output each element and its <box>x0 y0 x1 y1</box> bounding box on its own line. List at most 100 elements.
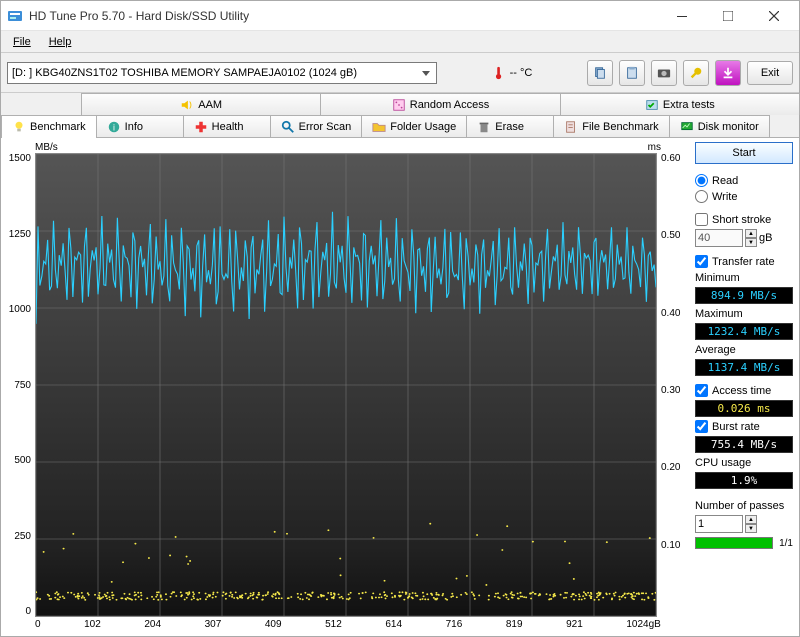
thermometer-icon <box>492 66 506 80</box>
short-stroke-value: ▲▼ gB <box>695 229 793 247</box>
burst-rate-check[interactable]: Burst rate <box>695 420 793 433</box>
average-label: Average <box>695 344 793 356</box>
x-tick: 819 <box>506 619 523 630</box>
trash-icon <box>477 120 491 134</box>
short-stroke-checkbox[interactable] <box>695 213 708 226</box>
transfer-rate-check[interactable]: Transfer rate <box>695 255 793 268</box>
tab-extra-label: Extra tests <box>663 99 715 111</box>
tab-benchmark-label: Benchmark <box>30 121 86 133</box>
y-left-tick: 1250 <box>7 229 31 240</box>
y-axis-left: 1500125010007505002500 <box>7 153 35 617</box>
screenshot-button[interactable] <box>651 60 677 86</box>
y-right-tick: 0.10 <box>661 540 689 551</box>
drive-select[interactable]: [D: ] KBG40ZNS1T02 TOSHIBA MEMORY SAMPAE… <box>7 62 437 84</box>
menubar: File Help <box>1 31 799 53</box>
short-stroke-check[interactable]: Short stroke <box>695 213 793 226</box>
chart-pane: MB/s ms 1500125010007505002500 0.600.500… <box>7 142 689 630</box>
monitor-icon <box>680 120 694 134</box>
x-tick: 921 <box>566 619 583 630</box>
x-tick: 409 <box>265 619 282 630</box>
tab-random-label: Random Access <box>410 99 489 111</box>
progress-text: 1/1 <box>773 538 793 549</box>
cpu-usage-label: CPU usage <box>695 457 793 469</box>
tab-erase[interactable]: Erase <box>466 115 554 137</box>
x-tick: 102 <box>84 619 101 630</box>
menu-file[interactable]: File <box>5 34 39 50</box>
menu-help[interactable]: Help <box>41 34 80 50</box>
tab-error-scan[interactable]: Error Scan <box>270 115 363 137</box>
tab-random-access[interactable]: Random Access <box>320 93 560 115</box>
tab-benchmark[interactable]: Benchmark <box>1 115 97 137</box>
temperature-value: -- °C <box>510 67 533 79</box>
y-left-tick: 750 <box>7 380 31 391</box>
start-button[interactable]: Start <box>695 142 793 164</box>
tab-erase-label: Erase <box>495 121 524 133</box>
maximum-label: Maximum <box>695 308 793 320</box>
tab-health-label: Health <box>212 121 244 133</box>
file-icon <box>564 120 578 134</box>
exit-button[interactable]: Exit <box>747 61 793 85</box>
tabs-row-bottom: Benchmark i Info Health Error Scan Folde… <box>1 115 799 138</box>
y-right-tick: 0.60 <box>661 153 689 164</box>
copy-icon <box>593 66 607 80</box>
y-left-tick: 1500 <box>7 153 31 164</box>
minimize-button[interactable] <box>659 1 705 31</box>
chart-unit-labels: MB/s ms <box>7 142 689 153</box>
minimum-value: 894.9 MB/s <box>695 287 793 304</box>
short-stroke-input[interactable] <box>695 229 743 247</box>
tab-aam-label: AAM <box>198 99 222 111</box>
window-title: HD Tune Pro 5.70 - Hard Disk/SSD Utility <box>29 9 659 23</box>
options-button[interactable] <box>683 60 709 86</box>
access-time-check[interactable]: Access time <box>695 384 793 397</box>
drive-select-text: [D: ] KBG40ZNS1T02 TOSHIBA MEMORY SAMPAE… <box>12 67 357 79</box>
wrench-icon <box>689 66 703 80</box>
y-right-tick: 0.40 <box>661 308 689 319</box>
y-left-tick: 1000 <box>7 304 31 315</box>
info-icon: i <box>107 120 121 134</box>
burst-rate-value: 755.4 MB/s <box>695 436 793 453</box>
transfer-rate-checkbox[interactable] <box>695 255 708 268</box>
copy-info-button[interactable] <box>587 60 613 86</box>
short-stroke-up[interactable]: ▲ <box>745 229 757 238</box>
maximize-icon <box>723 11 733 21</box>
short-stroke-down[interactable]: ▼ <box>745 238 757 247</box>
passes-input[interactable] <box>695 515 743 533</box>
maximize-button[interactable] <box>705 1 751 31</box>
y-left-unit: MB/s <box>35 142 58 153</box>
y-right-tick: 0.50 <box>661 230 689 241</box>
access-time-label: Access time <box>712 385 771 397</box>
tab-extra-tests[interactable]: Extra tests <box>560 93 800 115</box>
tab-health[interactable]: Health <box>183 115 271 137</box>
side-panel: Start Read Write Short stroke ▲▼ gB Tran… <box>695 142 793 630</box>
x-axis: 01022043074095126147168199211024gB <box>7 617 689 630</box>
access-time-checkbox[interactable] <box>695 384 708 397</box>
progress-fill <box>695 537 773 549</box>
short-stroke-unit: gB <box>759 232 772 244</box>
tab-disk-monitor[interactable]: Disk monitor <box>669 115 770 137</box>
camera-icon <box>657 66 671 80</box>
write-radio[interactable] <box>695 190 708 203</box>
x-tick: 716 <box>446 619 463 630</box>
content-pane: MB/s ms 1500125010007505002500 0.600.500… <box>1 138 799 636</box>
y-right-tick: 0.20 <box>661 462 689 473</box>
app-icon <box>7 8 23 24</box>
tab-aam[interactable]: AAM <box>81 93 321 115</box>
tab-file-benchmark[interactable]: File Benchmark <box>553 115 669 137</box>
burst-rate-checkbox[interactable] <box>695 420 708 433</box>
y-left-tick: 250 <box>7 531 31 542</box>
passes-down[interactable]: ▼ <box>745 524 757 533</box>
app-window: HD Tune Pro 5.70 - Hard Disk/SSD Utility… <box>0 0 800 637</box>
mode-read[interactable]: Read <box>695 174 793 187</box>
x-tick: 1024gB <box>626 619 660 630</box>
save-button[interactable] <box>715 60 741 86</box>
random-icon <box>392 98 406 112</box>
titlebar: HD Tune Pro 5.70 - Hard Disk/SSD Utility <box>1 1 799 31</box>
copy-screenshot-button[interactable] <box>619 60 645 86</box>
close-button[interactable] <box>751 1 797 31</box>
tabs-row-top: AAM Random Access Extra tests <box>1 93 799 115</box>
mode-write[interactable]: Write <box>695 190 793 203</box>
tab-info[interactable]: i Info <box>96 115 184 137</box>
passes-up[interactable]: ▲ <box>745 515 757 524</box>
read-radio[interactable] <box>695 174 708 187</box>
tab-folder-usage[interactable]: Folder Usage <box>361 115 467 137</box>
